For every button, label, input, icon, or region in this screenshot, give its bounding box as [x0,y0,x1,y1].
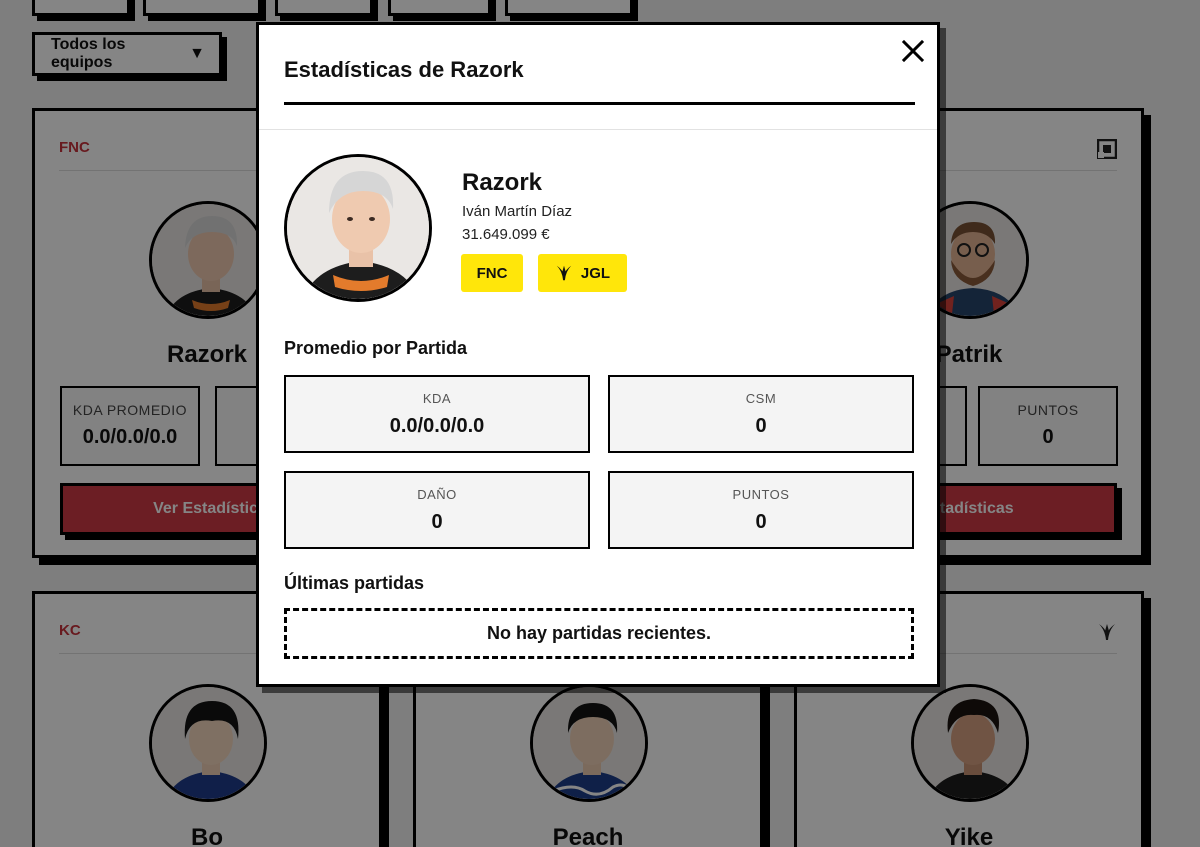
stat-value: 0 [755,415,767,437]
stat-label: KDA [422,391,452,406]
team-chip: FNC [461,254,523,292]
title-underline [284,102,915,105]
player-name: Razork [462,169,543,196]
empty-message: No hay partidas recientes. [486,623,712,643]
stat-label: CSM [745,391,777,406]
stat-value: 0.0/0.0/0.0 [389,415,485,437]
player-avatar [284,154,432,302]
recent-matches-title: Últimas partidas [284,573,425,593]
recent-matches-empty: No hay partidas recientes. [284,608,914,659]
stat-value: 0 [755,511,767,533]
player-price: 31.649.099 € [462,226,550,243]
jungle-icon [556,265,572,281]
stat-points: PUNTOS 0 [608,471,914,549]
stat-value: 0 [431,511,443,533]
stat-label: DAÑO [417,487,457,502]
stat-kda: KDA 0.0/0.0/0.0 [284,375,590,453]
divider [259,129,937,130]
player-stats-modal: Estadísticas de Razork Razork Iván Martí… [256,22,940,687]
stat-damage: DAÑO 0 [284,471,590,549]
average-section-title: Promedio por Partida [284,338,468,358]
player-real-name: Iván Martín Díaz [462,203,573,220]
role-chip-label: JGL [580,264,611,282]
modal-title: Estadísticas de Razork [284,57,524,82]
stat-csm: CSM 0 [608,375,914,453]
stat-label: PUNTOS [732,487,790,502]
role-chip: JGL [538,254,627,292]
close-icon[interactable] [899,37,927,65]
team-chip-label: FNC [476,264,508,282]
